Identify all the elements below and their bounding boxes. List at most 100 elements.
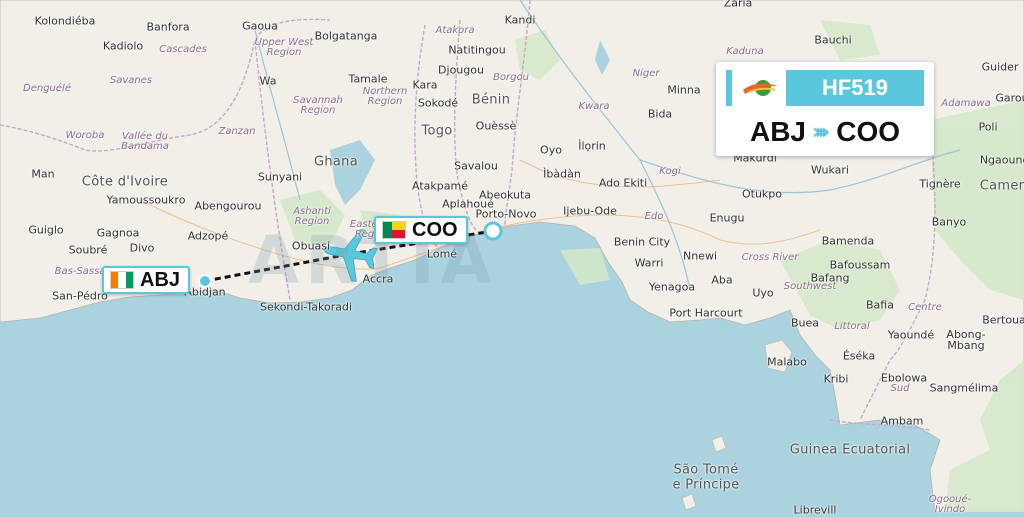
city-label-yaounde: Yaoundé xyxy=(887,328,935,342)
city-label-divo: Divo xyxy=(129,241,155,255)
city-label-oyo: Oyo xyxy=(540,143,562,157)
city-label-adzope: Adzopé xyxy=(187,229,229,243)
city-label-sekondi: Sekondi-Takoradi xyxy=(259,300,353,314)
city-label-minna: Minna xyxy=(667,83,701,97)
region-label-niger: Niger xyxy=(632,68,660,79)
city-label-sangmelima: Sangmélima xyxy=(929,381,999,395)
city-label-tignere: Tignère xyxy=(919,177,961,191)
origin-tag[interactable]: ABJ xyxy=(102,266,191,294)
city-label-savalou: Savalou xyxy=(454,159,498,173)
city-label-banyo: Banyo xyxy=(931,215,967,229)
city-label-ouesse: Ouèssè xyxy=(475,119,517,133)
route-arrows-icon: ›››› xyxy=(811,119,830,145)
city-label-garoua: Garou xyxy=(995,91,1024,105)
city-label-obuasi: Obuasi xyxy=(291,239,331,253)
city-label-san-pedro: San-Pédro xyxy=(52,289,108,303)
city-label-yamoussoukro: Yamoussoukro xyxy=(106,193,186,207)
country-label-ghana: Ghana xyxy=(314,154,358,170)
city-label-poli: Poli xyxy=(978,120,998,134)
city-label-enugu: Enugu xyxy=(709,211,745,225)
city-label-ngaoundere: Ngaoundé xyxy=(979,153,1024,167)
card-header: HF519 xyxy=(726,70,924,106)
city-label-abengourou: Abengourou xyxy=(194,199,262,213)
destination-tag[interactable]: COO xyxy=(374,216,468,244)
region-label-bas-sassandra: Bas-Sassa xyxy=(54,266,106,277)
city-label-kribi: Kribi xyxy=(823,372,849,386)
airline-logo-icon xyxy=(726,70,786,106)
route-origin: ABJ xyxy=(749,116,806,147)
city-label-accra: Accra xyxy=(362,272,394,286)
city-label-abidjan: Abidjan xyxy=(184,285,226,299)
city-label-bauchi: Bauchi xyxy=(814,33,852,47)
city-label-natitingou: Natitingou xyxy=(448,43,506,57)
city-label-sokode: Sokodé xyxy=(417,96,459,110)
flight-number: HF519 xyxy=(786,70,924,106)
city-label-eseka: Éséka xyxy=(842,349,876,363)
region-label-savanes: Savanes xyxy=(109,75,153,86)
origin-code: ABJ xyxy=(140,268,181,291)
city-label-port-harcourt: Port Harcourt xyxy=(669,306,743,320)
region-label-centre: Centre xyxy=(908,302,942,313)
route-summary: ABJ ›››› COO xyxy=(726,114,924,150)
city-label-bida: Bida xyxy=(647,107,673,121)
city-label-kandi: Kandi xyxy=(504,13,536,27)
flight-info-card[interactable]: HF519 ABJ ›››› COO xyxy=(716,62,934,156)
region-label-southwest: Southwest xyxy=(783,281,837,292)
origin-flag-icon xyxy=(110,271,134,289)
destination-code: COO xyxy=(412,218,458,241)
city-label-aba: Aba xyxy=(711,273,733,287)
city-label-otukpo: Otukpo xyxy=(741,187,783,201)
city-label-atakpame: Atakpamé xyxy=(412,179,468,193)
region-label-cross-river: Cross River xyxy=(741,252,799,263)
region-label-cascades: Cascades xyxy=(159,44,207,55)
region-label-kaduna: Kaduna xyxy=(726,46,764,57)
city-label-uyo: Uyo xyxy=(752,286,774,300)
region-label-atakora: Atakora xyxy=(435,25,475,36)
route-destination: COO xyxy=(836,116,901,147)
city-label-porto-novo: Porto-Novo xyxy=(475,207,537,221)
city-label-buea: Buea xyxy=(790,316,820,330)
region-label-bandama: Vallée du Bandama xyxy=(121,131,169,152)
city-label-ilorin: Ìlọrin xyxy=(578,139,606,153)
city-label-benin-city: Benin City xyxy=(613,235,671,249)
region-label-denguele: Denguélé xyxy=(23,83,71,94)
city-label-bertoua: Bertoua xyxy=(982,313,1024,327)
country-label-cote-divoire: Côte d'Ivoire xyxy=(81,174,169,190)
region-label-kwara: Kwara xyxy=(578,101,610,112)
region-label-kogi: Kogi xyxy=(659,166,681,177)
city-label-banfora: Banfora xyxy=(146,20,190,34)
city-label-nnewi: Nnewi xyxy=(682,249,718,263)
city-label-guider: Guider xyxy=(981,60,1019,74)
region-label-sud: Sud xyxy=(890,383,910,394)
city-label-bafoussam: Bafoussam xyxy=(829,258,891,272)
city-label-wukari: Wukari xyxy=(811,163,849,177)
city-label-man: Man xyxy=(31,167,55,181)
city-label-ebolowa: Ebolowa xyxy=(880,371,928,385)
country-label-sao-tome: São Tomé xyxy=(673,462,739,478)
city-label-kolondieba: Kolondiéba xyxy=(34,14,96,28)
city-label-sunyani: Sunyani xyxy=(257,170,303,184)
city-label-bafia: Bafia xyxy=(866,298,894,312)
region-label-adamawa: Adamawa xyxy=(941,98,991,109)
city-label-ibadan: Ìbàdàn xyxy=(543,167,581,181)
city-label-gaoua: Gaoua xyxy=(242,19,278,33)
city-label-bolgatanga: Bolgatanga xyxy=(314,29,378,43)
city-label-kara: Kara xyxy=(412,78,438,92)
region-label-edo: Edo xyxy=(644,211,664,222)
region-label-ogooue: Ogooué- Ivindo xyxy=(928,494,972,515)
city-label-ado-ekiti: Ado Ekiti xyxy=(598,176,648,190)
city-label-guiglo: Guiglo xyxy=(28,223,64,237)
country-label-guinea-ecuatorial: Guinea Ecuatorial xyxy=(789,442,911,458)
city-label-libreville: Librevill xyxy=(793,503,837,517)
region-label-savannah: Savannah Region xyxy=(293,95,343,116)
city-label-kadiolo: Kadiolo xyxy=(102,39,144,53)
city-label-tamale: Tamale xyxy=(348,72,388,86)
destination-flag-icon xyxy=(382,221,406,239)
city-label-ijebu-ode: Ijebu-Ode xyxy=(563,204,617,218)
region-label-littoral: Littoral xyxy=(834,321,870,332)
region-label-borgou: Borgou xyxy=(493,72,529,83)
country-label-cameroon: Camero xyxy=(979,178,1024,194)
city-label-ambam: Ambam xyxy=(880,414,924,428)
region-label-zanzan: Zanzan xyxy=(218,126,256,137)
city-label-abong-mbang: Abong- Mbang xyxy=(946,328,986,352)
